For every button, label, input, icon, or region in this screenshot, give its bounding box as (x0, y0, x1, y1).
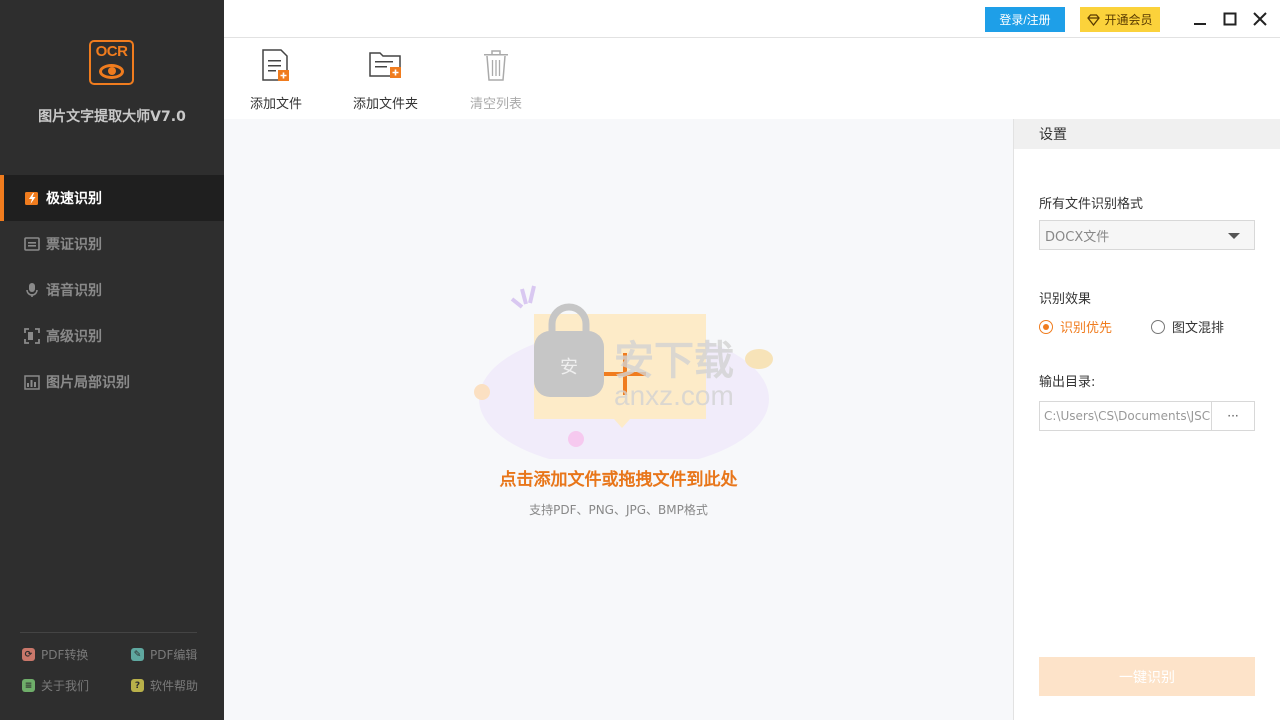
svg-text:安: 安 (560, 357, 578, 378)
about-icon: ≡ (22, 679, 35, 692)
radio-label: 识别优先 (1060, 321, 1113, 336)
add-folder-label: 添加文件夹 (353, 97, 419, 112)
one-click-recognize-button[interactable]: 一键识别 (1039, 657, 1255, 696)
drop-illustration: 安 安下载 anxz.com (474, 285, 773, 459)
sidebar-item-label: 高级识别 (46, 329, 102, 345)
sidebar: OCR 图片文字提取大师V7.0 极速识别 票证识别 语音识别 高级识别 图片局… (0, 0, 224, 720)
scan-bracket-icon (24, 328, 40, 344)
sidebar-item-label: 极速识别 (46, 191, 102, 207)
file-drop-area[interactable]: 安 安下载 anxz.com 点击添加文件或拖拽文件到此处 支持PDF、PNG、… (224, 119, 1013, 720)
minimize-button[interactable] (1189, 8, 1211, 30)
radio-mixed-layout[interactable]: 图文混排 (1151, 317, 1224, 336)
add-folder-button[interactable]: 添加文件夹 (353, 47, 418, 112)
output-label: 输出目录: (1039, 375, 1096, 390)
pdf-convert-link[interactable]: ⟳ PDF转换 (22, 646, 88, 663)
add-file-button[interactable]: 添加文件 (250, 47, 302, 112)
minimize-icon (1194, 23, 1206, 25)
login-register-button[interactable]: 登录/注册 (985, 7, 1065, 32)
sidebar-item-fast-recognition[interactable]: 极速识别 (0, 175, 224, 221)
software-help-link[interactable]: ? 软件帮助 (131, 677, 198, 694)
trash-icon (484, 50, 508, 81)
output-path-input[interactable]: C:\Users\CS\Documents\JSC (1039, 401, 1212, 431)
chevron-down-icon (1228, 233, 1240, 239)
maximize-icon (1223, 12, 1237, 26)
title-bar: 登录/注册 开通会员 (224, 0, 1280, 38)
browse-button[interactable]: ··· (1211, 401, 1255, 431)
effect-label: 识别效果 (1039, 292, 1092, 307)
radio-recognition-first[interactable]: 识别优先 (1039, 317, 1112, 336)
microphone-icon (24, 282, 40, 298)
ocr-logo-icon: OCR (89, 40, 134, 85)
settings-header: 设置 (1014, 119, 1280, 149)
drop-title: 点击添加文件或拖拽文件到此处 (499, 470, 738, 490)
radio-label: 图文混排 (1172, 321, 1225, 336)
help-icon: ? (131, 679, 144, 692)
add-folder-icon (368, 52, 401, 78)
drop-subtitle: 支持PDF、PNG、JPG、BMP格式 (529, 503, 708, 517)
format-label: 所有文件识别格式 (1039, 197, 1144, 212)
sidebar-divider (20, 632, 197, 633)
diamond-icon (1087, 13, 1101, 26)
logo-text: OCR (95, 43, 128, 60)
format-select-value: DOCX文件 (1045, 229, 1110, 245)
app-title: 图片文字提取大师V7.0 (38, 109, 186, 125)
sidebar-item-label: 图片局部识别 (46, 375, 130, 391)
settings-panel: 设置 所有文件识别格式 DOCX文件 识别效果 识别优先 图文混排 输出目录: … (1013, 119, 1280, 720)
lightning-pen-icon (24, 190, 40, 206)
sidebar-item-label: 语音识别 (46, 283, 102, 299)
svg-text:安下载: 安下载 (614, 338, 734, 384)
clear-list-label: 清空列表 (470, 97, 523, 112)
pdf-convert-icon: ⟳ (22, 648, 35, 661)
close-button[interactable] (1249, 8, 1271, 30)
about-us-link[interactable]: ≡ 关于我们 (22, 677, 89, 694)
radio-unchecked-icon (1151, 319, 1165, 334)
pdf-edit-link[interactable]: ✎ PDF编辑 (131, 646, 197, 663)
svg-text:anxz.com: anxz.com (614, 380, 734, 411)
clear-list-button[interactable]: 清空列表 (470, 47, 522, 112)
radio-checked-icon (1039, 319, 1053, 334)
sidebar-item-voice-recognition[interactable]: 语音识别 (0, 267, 224, 313)
add-file-icon (262, 49, 289, 81)
close-icon (1253, 12, 1267, 26)
sidebar-item-label: 票证识别 (46, 237, 102, 253)
sidebar-nav: 极速识别 票证识别 语音识别 高级识别 图片局部识别 (0, 175, 224, 405)
add-file-label: 添加文件 (250, 97, 303, 112)
sidebar-item-advanced-recognition[interactable]: 高级识别 (0, 313, 224, 359)
open-vip-button[interactable]: 开通会员 (1080, 7, 1160, 32)
image-chart-icon (24, 374, 40, 390)
pdf-edit-icon: ✎ (131, 648, 144, 661)
pdf-edit-label: PDF编辑 (150, 648, 198, 662)
about-us-label: 关于我们 (41, 679, 90, 693)
format-select[interactable]: DOCX文件 (1039, 220, 1255, 250)
ticket-icon (24, 236, 40, 252)
sidebar-item-ticket-recognition[interactable]: 票证识别 (0, 221, 224, 267)
software-help-label: 软件帮助 (150, 679, 199, 693)
app-window: OCR 图片文字提取大师V7.0 极速识别 票证识别 语音识别 高级识别 图片局… (0, 0, 1280, 720)
vip-label: 开通会员 (1104, 13, 1153, 27)
maximize-button[interactable] (1219, 8, 1241, 30)
toolbar: 添加文件 添加文件夹 清空列表 (224, 39, 1280, 119)
sidebar-item-partial-recognition[interactable]: 图片局部识别 (0, 359, 224, 405)
pdf-convert-label: PDF转换 (41, 648, 89, 662)
